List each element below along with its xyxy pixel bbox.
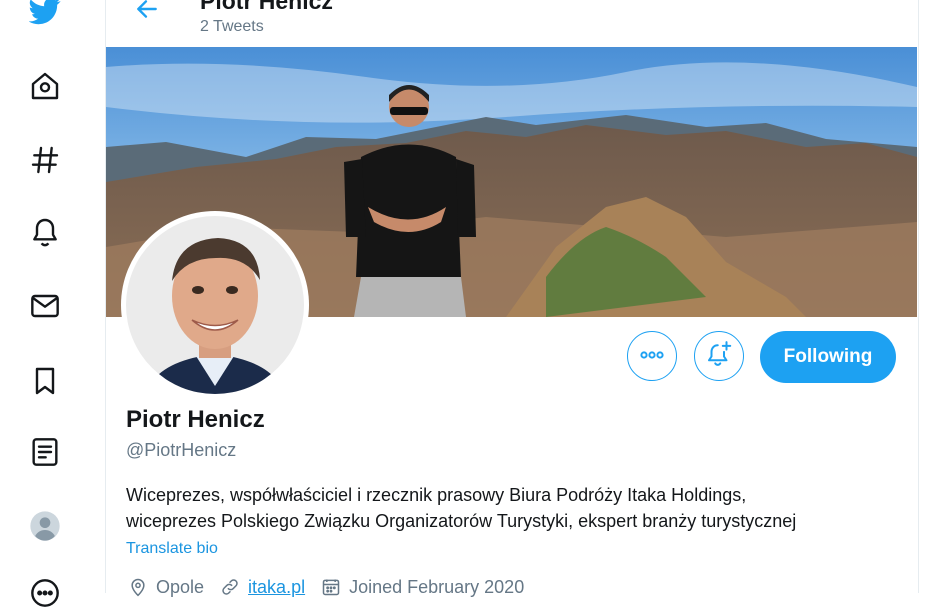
profile-bio: Wiceprezes, współwłaściciel i rzecznik p…: [126, 482, 906, 534]
profile-meta-row: Opole itaka.pl Joined February 2020: [128, 575, 540, 599]
left-navigation: [0, 0, 106, 607]
location-pin-icon: [131, 578, 145, 597]
messages-envelope-icon[interactable]: [26, 287, 64, 325]
more-circle-icon[interactable]: [26, 574, 64, 612]
profile-avatar[interactable]: [121, 211, 309, 399]
explore-hashtag-icon[interactable]: [26, 141, 64, 179]
calendar-icon: [322, 579, 340, 596]
user-handle: @PiotrHenicz: [126, 440, 237, 460]
more-dots-icon: [639, 347, 665, 365]
bookmarks-icon[interactable]: [26, 362, 64, 400]
profile-avatar-icon[interactable]: [26, 507, 64, 545]
translate-bio-link[interactable]: Translate bio: [126, 540, 218, 558]
home-icon[interactable]: [26, 67, 64, 105]
header-title: Piotr Henicz: [200, 0, 333, 14]
location-text: Opole: [156, 576, 205, 597]
profile-photo: [126, 216, 304, 394]
lists-icon[interactable]: [26, 433, 64, 471]
link-icon: [222, 579, 238, 595]
website-link[interactable]: itaka.pl: [248, 577, 305, 598]
website-item: itaka.pl: [220, 577, 305, 598]
following-button[interactable]: Following: [760, 331, 896, 383]
notifications-bell-icon[interactable]: [26, 213, 64, 251]
notifications-toggle-button[interactable]: [694, 331, 744, 381]
joined-date: Joined February 2020: [349, 576, 525, 597]
more-options-button[interactable]: [627, 331, 677, 381]
profile-header-bar: Piotr Henicz 2 Tweets: [106, 0, 918, 47]
display-name: Piotr Henicz: [126, 406, 265, 433]
bio-line: wiceprezes Polskiego Związku Organizator…: [126, 511, 797, 531]
twitter-logo-icon[interactable]: [26, 0, 64, 30]
arrow-left-icon: [134, 0, 160, 27]
bio-line: Wiceprezes, współwłaściciel i rzecznik p…: [126, 485, 747, 505]
bell-plus-icon: [704, 339, 734, 374]
tweet-count: 2 Tweets: [200, 18, 264, 35]
joined-item: Joined February 2020: [321, 577, 524, 598]
profile-column: Piotr Henicz 2 Tweets Following Piotr He…: [105, 0, 919, 597]
back-button[interactable]: [132, 0, 162, 26]
location-item: Opole: [128, 577, 204, 598]
